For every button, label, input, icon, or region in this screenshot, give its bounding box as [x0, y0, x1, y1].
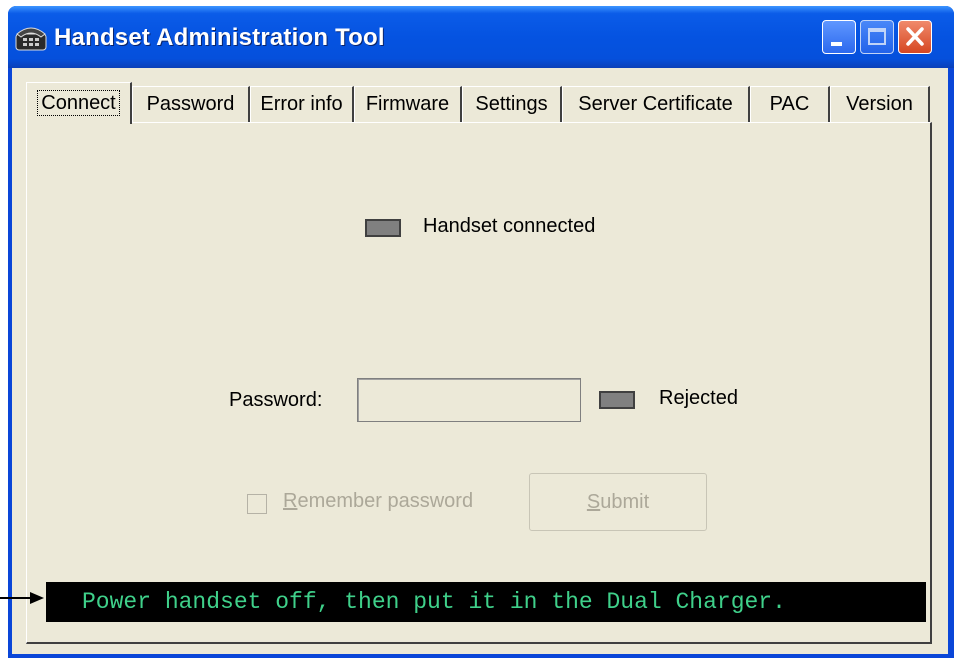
- tab-firmware-label: Firmware: [365, 93, 450, 115]
- password-label: Password:: [229, 389, 323, 411]
- submit-button[interactable]: Submit: [529, 473, 707, 531]
- minimize-icon: [831, 42, 842, 46]
- connect-panel: Handset connected Password: Rejected Rem…: [26, 122, 932, 644]
- tab-pac-label: PAC: [769, 93, 810, 115]
- submit-accel: S: [586, 491, 601, 513]
- tab-version-label: Version: [846, 93, 913, 115]
- tab-pac[interactable]: PAC: [750, 86, 830, 122]
- window-title: Handset Administration Tool: [54, 24, 385, 51]
- maximize-button[interactable]: [860, 20, 894, 54]
- handset-connected-indicator: [365, 219, 401, 237]
- remember-password-text: emember password: [297, 490, 474, 512]
- status-display: Power handset off, then put it in the Du…: [46, 582, 926, 622]
- submit-text: ubmit: [600, 491, 650, 513]
- tab-firmware[interactable]: Firmware: [354, 86, 462, 122]
- rejected-label: Rejected: [659, 387, 738, 409]
- tab-password-label: Password: [146, 93, 235, 115]
- remember-password-checkbox[interactable]: [247, 494, 267, 514]
- maximize-icon: [868, 28, 886, 45]
- tab-connect-label: Connect: [37, 90, 120, 116]
- close-icon: [906, 27, 924, 46]
- tab-version[interactable]: Version: [830, 86, 930, 122]
- handset-connected-label: Handset connected: [423, 215, 596, 237]
- tab-settings-label: Settings: [475, 93, 548, 115]
- app-window: Handset Administration Tool Connect Pass…: [8, 6, 954, 658]
- phone-icon: [15, 27, 47, 51]
- tab-settings[interactable]: Settings: [462, 86, 562, 122]
- tab-error-info-label: Error info: [260, 93, 343, 115]
- tab-server-certificate-label: Server Certificate: [578, 93, 733, 115]
- pointer-arrow-icon: [0, 592, 44, 604]
- remember-password-label[interactable]: Remember password: [283, 490, 473, 513]
- title-bar[interactable]: Handset Administration Tool: [8, 6, 954, 68]
- tab-error-info[interactable]: Error info: [250, 86, 354, 122]
- tab-server-certificate[interactable]: Server Certificate: [562, 86, 750, 122]
- tab-connect[interactable]: Connect: [26, 82, 132, 124]
- client-area: Connect Password Error info Firmware Set…: [12, 68, 948, 654]
- minimize-button[interactable]: [822, 20, 856, 54]
- rejected-indicator: [599, 391, 635, 409]
- password-field[interactable]: [357, 378, 581, 422]
- close-button[interactable]: [898, 20, 932, 54]
- tab-password[interactable]: Password: [132, 86, 250, 122]
- remember-password-accel: R: [283, 490, 298, 512]
